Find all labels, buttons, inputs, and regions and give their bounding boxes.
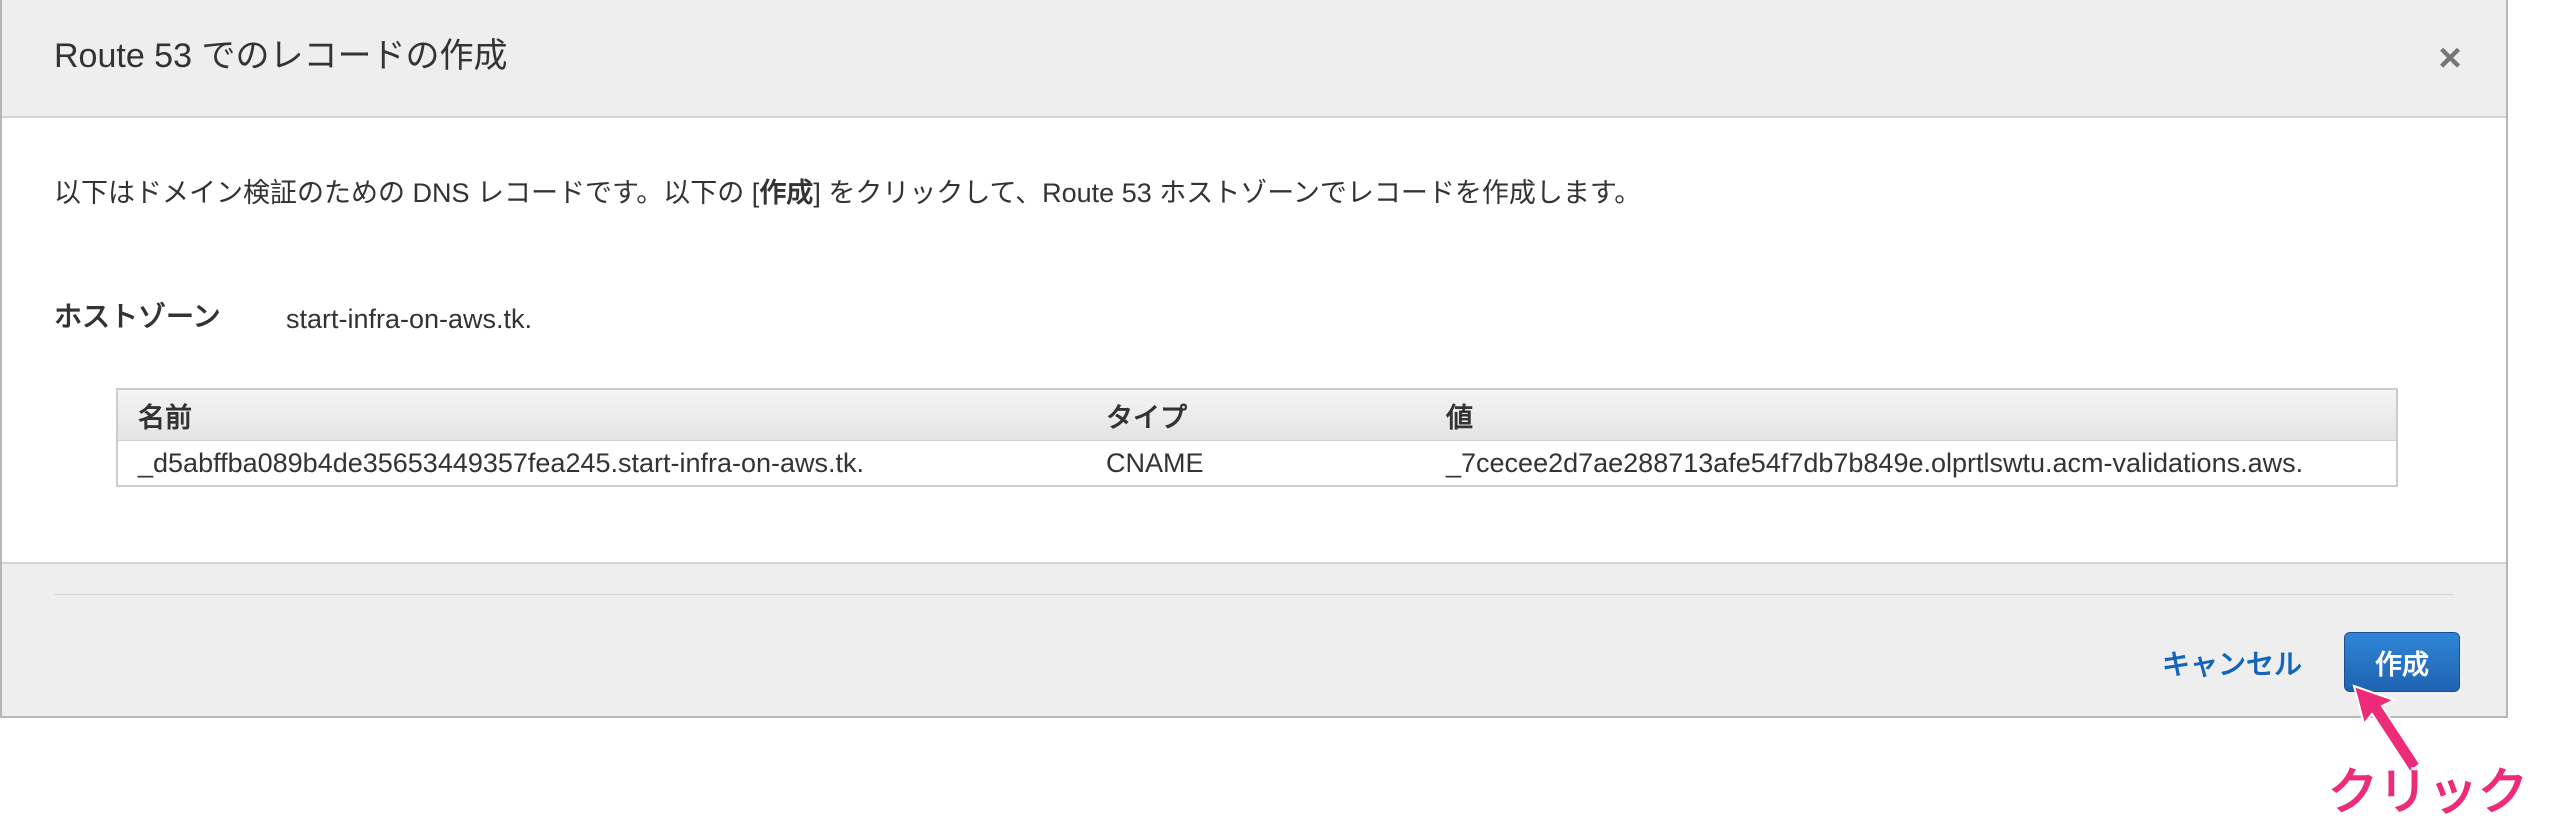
description-text-before: 以下はドメイン検証のための DNS レコードです。以下の [ [54, 178, 760, 208]
dns-records-table: 名前 タイプ 値 _d5abffba089b4de35653449357fea2… [116, 388, 2398, 487]
footer-divider [54, 594, 2454, 595]
dialog-title: Route 53 でのレコードの作成 [54, 37, 508, 75]
table-header: 名前 タイプ 値 [118, 390, 2396, 441]
hosted-zone-label: ホストゾーン [54, 301, 221, 332]
record-type-cell: CNAME [1106, 447, 1204, 478]
column-header-type: タイプ [1106, 402, 1187, 433]
table-row: _d5abffba089b4de35653449357fea245.start-… [118, 441, 2396, 485]
cancel-button[interactable]: キャンセル [2162, 648, 2302, 682]
record-name-cell: _d5abffba089b4de35653449357fea245.start-… [138, 447, 865, 478]
route53-record-dialog: Route 53 でのレコードの作成 × 以下はドメイン検証のための DNS レ… [0, 0, 2508, 718]
column-header-value: 値 [1446, 402, 1473, 433]
column-header-name: 名前 [138, 402, 192, 433]
dialog-header: Route 53 でのレコードの作成 × [2, 0, 2506, 118]
dialog-footer: キャンセル 作成 [2, 562, 2506, 716]
close-icon[interactable]: × [2430, 38, 2470, 78]
hosted-zone-value: start-infra-on-aws.tk. [286, 304, 533, 334]
click-annotation-label: クリック [2328, 764, 2528, 820]
description-bold-create: 作成 [759, 178, 814, 208]
record-value-cell: _7cecee2d7ae288713afe54f7db7b849e.olprtl… [1446, 447, 2304, 478]
description-text-after: ] をクリックして、Route 53 ホストゾーンでレコードを作成します。 [813, 178, 1642, 208]
dialog-description: 以下はドメイン検証のための DNS レコードです。以下の [作成] をクリックし… [54, 176, 1641, 210]
